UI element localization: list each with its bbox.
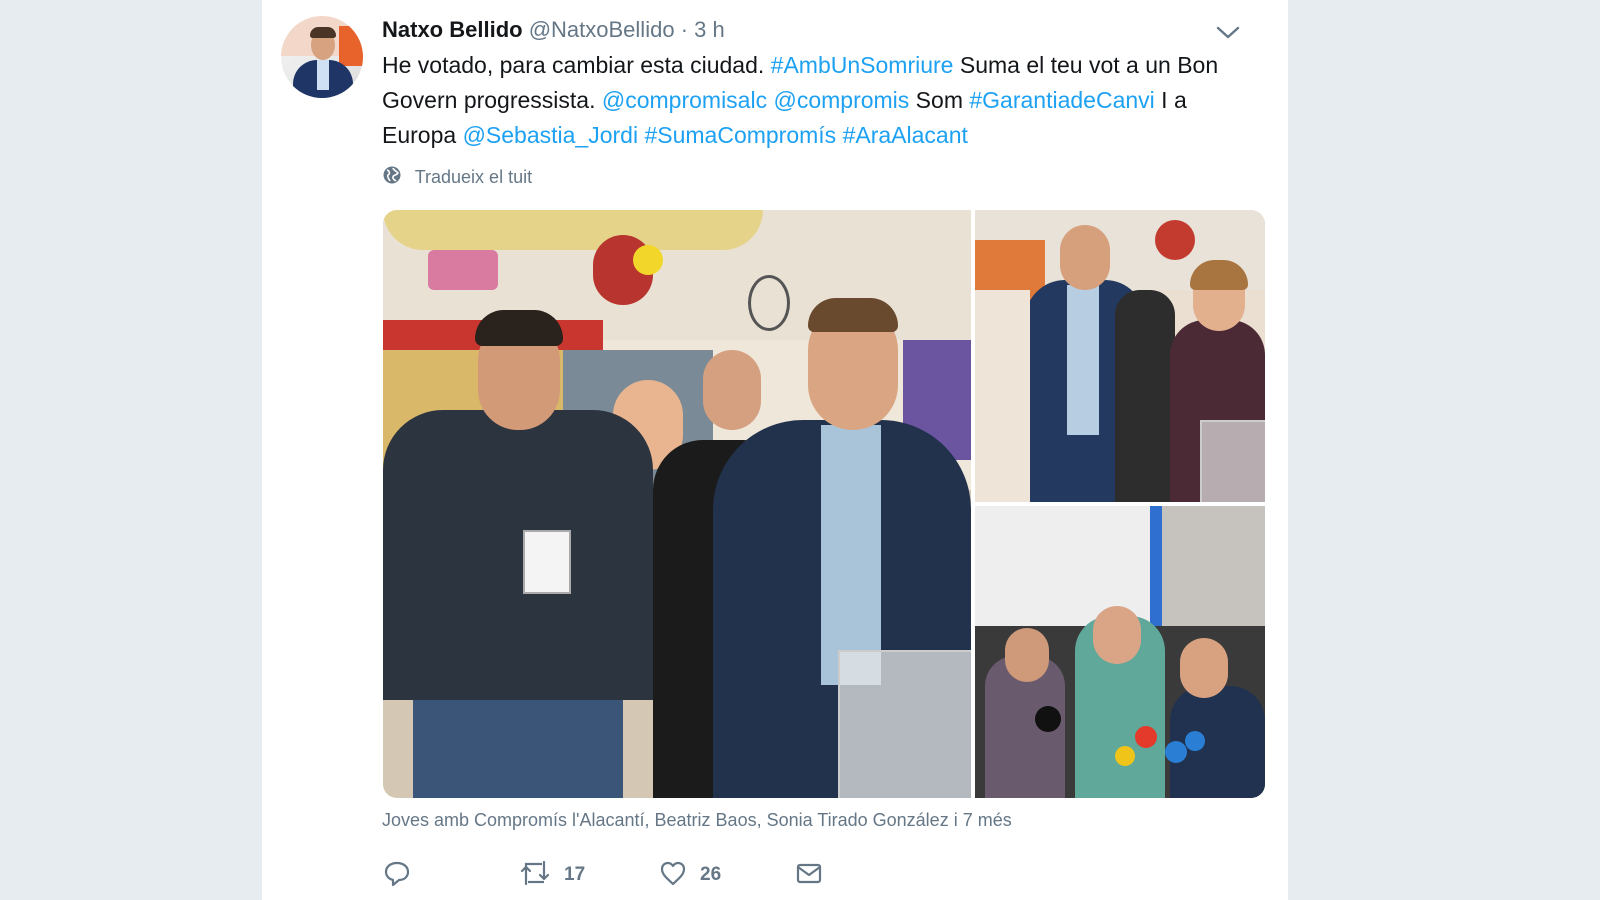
author-handle[interactable]: @NatxoBellido bbox=[529, 17, 675, 42]
reply-icon bbox=[382, 858, 412, 893]
tweet-photo-3[interactable] bbox=[975, 506, 1265, 798]
hashtag-link[interactable]: #AmbUnSomriure bbox=[771, 52, 954, 78]
direct-message-button[interactable] bbox=[794, 858, 824, 892]
tweet-card[interactable]: Natxo Bellido @NatxoBellido · 3 h He vot… bbox=[262, 0, 1288, 900]
tweet-text: He votado, para cambiar esta ciudad. #Am… bbox=[382, 48, 1262, 153]
like-button[interactable]: 26 bbox=[658, 858, 721, 892]
like-count: 26 bbox=[700, 864, 722, 885]
globe-icon bbox=[382, 165, 402, 191]
envelope-icon bbox=[794, 858, 824, 893]
retweet-button[interactable]: 17 bbox=[518, 858, 585, 892]
avatar[interactable] bbox=[281, 16, 363, 98]
tagged-people[interactable]: Joves amb Compromís l'Alacantí, Beatriz … bbox=[382, 808, 1012, 832]
tweet-text-segment: Som bbox=[909, 87, 970, 113]
avatar-accent bbox=[339, 26, 363, 66]
tweet-header: Natxo Bellido @NatxoBellido · 3 h bbox=[382, 17, 725, 43]
tweet-photo-1[interactable] bbox=[383, 210, 971, 798]
shirt-print bbox=[543, 460, 589, 486]
tweet-timestamp[interactable]: 3 h bbox=[694, 17, 725, 42]
photo-grid bbox=[383, 210, 1265, 798]
retweet-icon bbox=[518, 858, 552, 893]
mention-link[interactable]: @compromis bbox=[773, 87, 909, 113]
mention-link[interactable]: @compromisalc bbox=[602, 87, 767, 113]
translate-link[interactable]: Tradueix el tuit bbox=[382, 165, 532, 189]
tweet-text-segment: He votado, para cambiar esta ciudad. bbox=[382, 52, 771, 78]
avatar-shirt bbox=[317, 60, 329, 90]
author-name[interactable]: Natxo Bellido bbox=[382, 17, 523, 42]
tweet-photo-2[interactable] bbox=[975, 210, 1265, 502]
avatar-hair bbox=[310, 27, 336, 38]
reply-button[interactable] bbox=[382, 858, 412, 892]
retweet-count: 17 bbox=[564, 864, 586, 885]
hashtag-link[interactable]: #GarantiadeCanvi bbox=[969, 87, 1154, 113]
heart-icon bbox=[658, 858, 688, 893]
hashtag-link[interactable]: #SumaCompromís bbox=[644, 122, 836, 148]
header-separator: · bbox=[680, 17, 689, 42]
mention-link[interactable]: @Sebastia_Jordi bbox=[463, 122, 639, 148]
hashtag-link[interactable]: #AraAlacant bbox=[843, 122, 968, 148]
chevron-down-icon[interactable] bbox=[1214, 22, 1242, 42]
translate-label: Tradueix el tuit bbox=[414, 167, 533, 187]
